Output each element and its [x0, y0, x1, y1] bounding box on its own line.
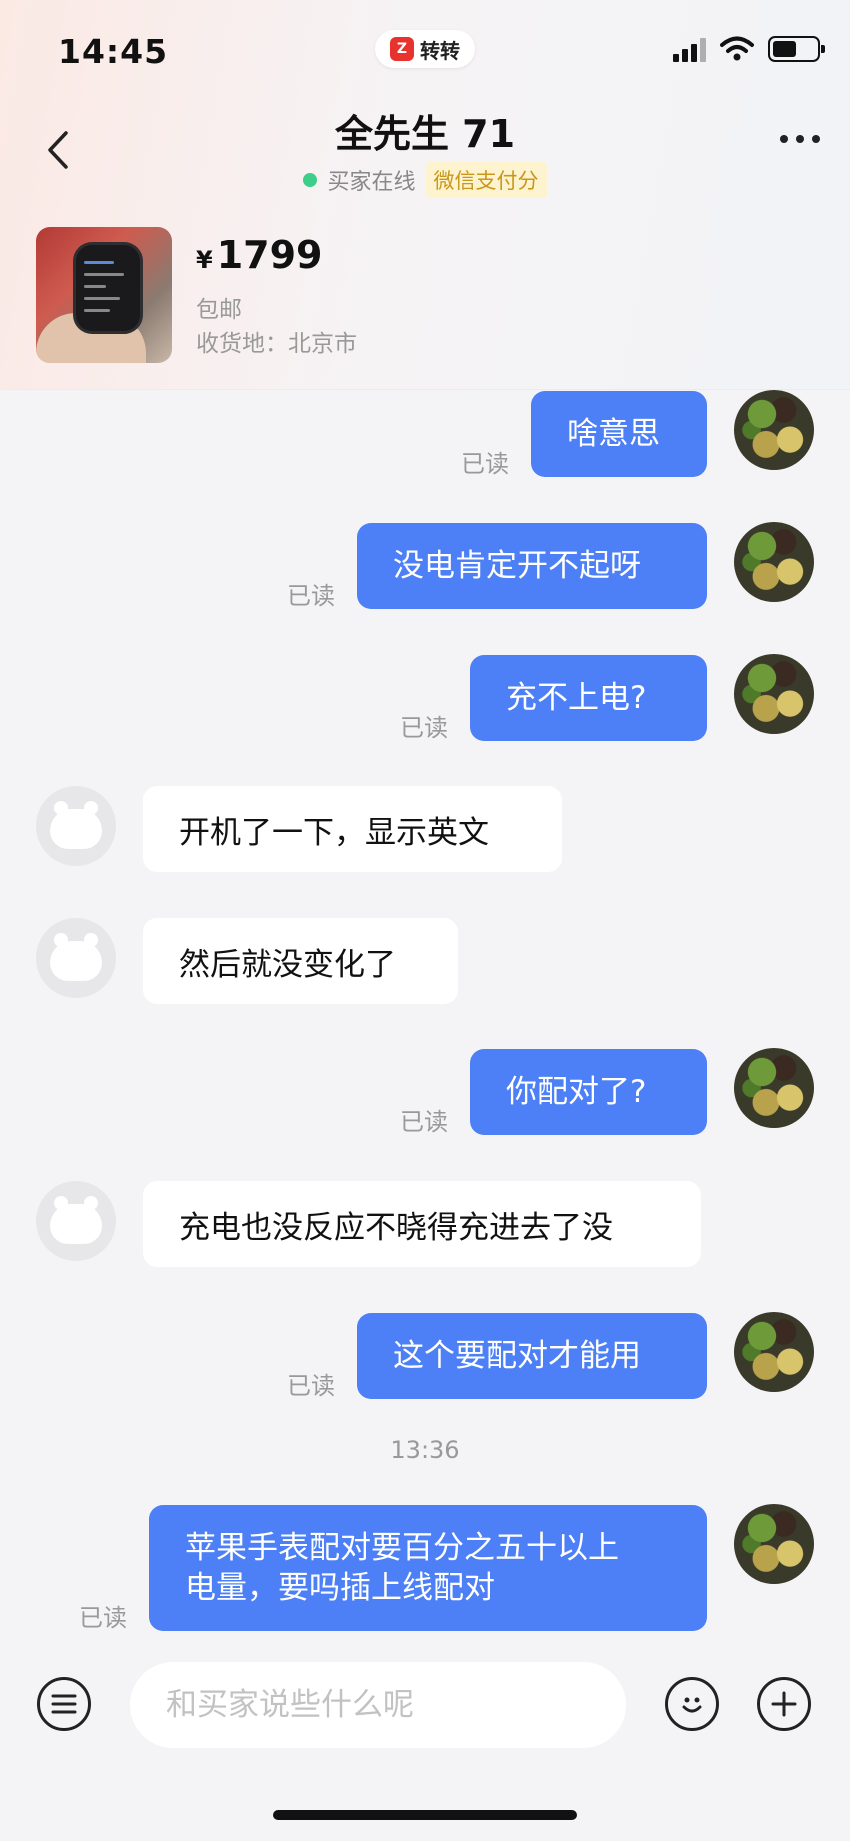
buyer-status-line: 买家在线 微信支付分: [0, 162, 850, 198]
message-bubble-sent[interactable]: 啥意思: [531, 391, 707, 477]
price-value: 1799: [216, 233, 323, 277]
read-receipt: 已读: [400, 714, 448, 742]
message-input[interactable]: [130, 1662, 626, 1748]
app-name: 转转: [420, 38, 460, 63]
read-receipt: 已读: [461, 450, 509, 478]
wifi-icon: [720, 36, 754, 61]
buyer-avatar[interactable]: [36, 786, 116, 866]
seller-avatar[interactable]: [734, 1504, 814, 1584]
seller-avatar[interactable]: [734, 522, 814, 602]
read-receipt: 已读: [400, 1108, 448, 1136]
status-icons: [673, 36, 825, 62]
message-bubble-sent[interactable]: 没电肯定开不起呀: [357, 523, 707, 609]
dot-icon: [812, 135, 820, 143]
home-indicator[interactable]: [273, 1810, 577, 1820]
chat-title: 全先生 71: [334, 112, 516, 156]
menu-button[interactable]: [37, 1677, 91, 1731]
add-attachment-button[interactable]: [757, 1677, 811, 1731]
battery-icon: [768, 36, 825, 62]
watch-icon: [76, 245, 140, 331]
status-time: 14:45: [58, 32, 169, 71]
seller-avatar[interactable]: [734, 390, 814, 470]
message-bubble-received[interactable]: 然后就没变化了: [143, 918, 458, 1004]
bear-icon: [50, 933, 102, 981]
more-options-button[interactable]: [780, 135, 820, 143]
read-receipt: 已读: [79, 1604, 127, 1632]
seller-avatar[interactable]: [734, 1048, 814, 1128]
message-bubble-received[interactable]: 开机了一下，显示英文: [143, 786, 562, 872]
message-bubble-sent[interactable]: 你配对了?: [470, 1049, 707, 1135]
message-bubble-sent[interactable]: 这个要配对才能用: [357, 1313, 707, 1399]
message-bubble-sent[interactable]: 苹果手表配对要百分之五十以上 电量，要吗插上线配对: [149, 1505, 707, 1631]
message-bubble-sent[interactable]: 充不上电?: [470, 655, 707, 741]
smiley-icon: [682, 1697, 702, 1713]
read-receipt: 已读: [287, 1372, 335, 1400]
seller-avatar[interactable]: [734, 654, 814, 734]
product-thumbnail[interactable]: [36, 227, 172, 363]
read-receipt: 已读: [287, 582, 335, 610]
buyer-avatar[interactable]: [36, 1181, 116, 1261]
product-price: ¥1799: [196, 233, 322, 277]
app-indicator-pill[interactable]: Z 转转: [375, 30, 475, 68]
emoji-button[interactable]: [665, 1677, 719, 1731]
bear-icon: [50, 801, 102, 849]
online-dot-icon: [303, 173, 318, 187]
bear-icon: [50, 1196, 102, 1244]
delivery-address: 收货地：北京市: [196, 331, 357, 357]
currency-symbol: ¥: [196, 246, 213, 274]
dot-icon: [796, 135, 804, 143]
seller-avatar[interactable]: [734, 1312, 814, 1392]
shipping-info: 包邮: [196, 297, 242, 323]
list-menu-icon: [51, 1694, 77, 1714]
app-logo-icon: Z: [390, 37, 414, 61]
wechat-pay-badge[interactable]: 微信支付分: [425, 162, 547, 198]
online-status: 买家在线: [327, 170, 416, 195]
plus-icon: [771, 1691, 797, 1717]
cellular-signal-icon: [673, 36, 706, 62]
buyer-avatar[interactable]: [36, 918, 116, 998]
message-bubble-received[interactable]: 充电也没反应不晓得充进去了没: [143, 1181, 701, 1267]
dot-icon: [780, 135, 788, 143]
time-separator: 13:36: [390, 1436, 460, 1464]
